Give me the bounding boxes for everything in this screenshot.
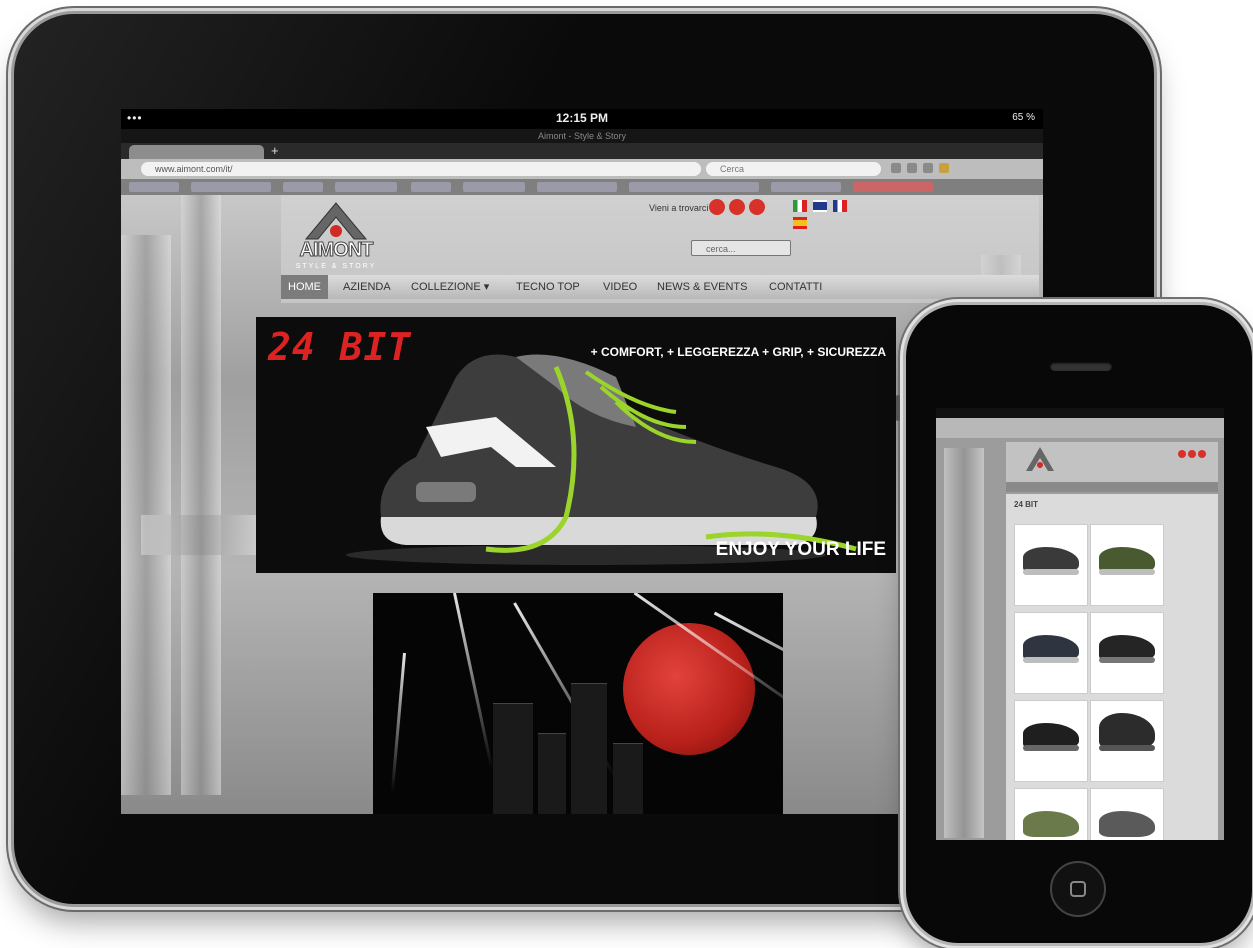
browser-tab[interactable]	[129, 145, 264, 159]
web-page: AIMONT STYLE & STORY Vieni a trovarci ce…	[121, 195, 1043, 814]
shoe-sole	[1099, 657, 1155, 663]
es-flag[interactable]	[793, 217, 807, 229]
toolbar-extension-icon[interactable]	[939, 163, 949, 173]
nav-tecno-top[interactable]: TECNO TOP	[516, 275, 580, 299]
bookmark-item[interactable]	[463, 182, 525, 192]
bookmark-item[interactable]	[283, 182, 323, 192]
bookmark-item[interactable]	[411, 182, 451, 192]
twitter-icon[interactable]	[1198, 450, 1206, 458]
iphone-site-header	[1006, 442, 1218, 482]
battery-indicator: 65 %	[1012, 112, 1035, 123]
shoe-sole	[1099, 569, 1155, 575]
iphone-device: 24 BIT	[896, 305, 1252, 943]
tab-strip: +	[121, 143, 1043, 159]
shoe-image	[346, 354, 857, 565]
bookmark-item[interactable]	[335, 182, 397, 192]
iphone-screen: 24 BIT	[936, 408, 1224, 840]
logo-mark-icon	[304, 202, 368, 240]
bookmark-item[interactable]	[191, 182, 271, 192]
iphone-url-bar[interactable]	[936, 418, 1224, 438]
nav-azienda[interactable]: AZIENDA	[343, 275, 391, 299]
product-card[interactable]	[1014, 700, 1088, 782]
collection-heading: 24 BIT	[1014, 500, 1039, 509]
facebook-icon[interactable]	[729, 199, 745, 215]
status-bar: ••• 12:15 PM 65 %	[121, 109, 1043, 129]
pipe-decoration	[141, 515, 261, 555]
shoe-sole	[1023, 569, 1079, 575]
iphone-main-nav[interactable]	[1006, 482, 1218, 492]
youtube-icon[interactable]	[709, 199, 725, 215]
toolbar-download-icon[interactable]	[923, 163, 933, 173]
main-nav: HOME AZIENDA COLLEZIONE ▾ TECNO TOP VIDE…	[281, 275, 1039, 299]
product-card[interactable]	[1014, 612, 1088, 694]
logo-text: AIMONT	[299, 239, 374, 262]
pipe-decoration	[181, 195, 221, 795]
city-promo-image[interactable]	[373, 593, 783, 814]
bookmark-item[interactable]	[771, 182, 841, 192]
browser-window-title: Aimont - Style & Story	[121, 129, 1043, 143]
product-card[interactable]	[1090, 788, 1164, 840]
twitter-icon[interactable]	[749, 199, 765, 215]
nav-home[interactable]: HOME	[281, 275, 328, 299]
nav-video[interactable]: VIDEO	[603, 275, 637, 299]
earpiece-speaker	[1050, 362, 1112, 371]
shoe-thumbnail	[1099, 713, 1155, 749]
building	[538, 733, 566, 814]
product-grid: 24 BIT	[1006, 494, 1218, 840]
nav-news-events[interactable]: NEWS & EVENTS	[657, 275, 747, 299]
logo-mark-icon	[1026, 447, 1054, 471]
red-sphere-image	[623, 623, 755, 755]
shoe-thumbnail	[1099, 811, 1155, 837]
shoe-sole	[1023, 657, 1079, 663]
product-card[interactable]	[1014, 524, 1088, 606]
bookmark-item[interactable]	[537, 182, 617, 192]
facebook-icon[interactable]	[1188, 450, 1196, 458]
ipad-screen: ••• 12:15 PM 65 % Aimont - Style & Story…	[121, 109, 1043, 814]
new-tab-icon[interactable]: +	[271, 143, 279, 158]
site-logo[interactable]: AIMONT STYLE & STORY	[286, 201, 386, 276]
follow-label: Vieni a trovarci	[649, 203, 709, 213]
building	[571, 683, 607, 814]
shoe-thumbnail	[1023, 811, 1079, 837]
it-flag[interactable]	[793, 200, 807, 212]
uk-flag[interactable]	[813, 200, 827, 212]
nav-contatti[interactable]: CONTATTI	[769, 275, 822, 299]
pipe-decoration	[944, 448, 984, 838]
banner-cta: ENJOY YOUR LIFE	[715, 539, 886, 560]
youtube-icon[interactable]	[1178, 450, 1186, 458]
building	[493, 703, 533, 814]
light-beam	[453, 593, 494, 770]
bookmark-item[interactable]	[853, 182, 933, 192]
fr-flag[interactable]	[833, 200, 847, 212]
iphone-status-bar	[936, 408, 1224, 418]
product-card[interactable]	[1090, 612, 1164, 694]
volume-button	[896, 395, 900, 421]
status-time: 12:15 PM	[555, 111, 609, 125]
bookmark-item[interactable]	[129, 182, 179, 192]
home-button[interactable]	[1050, 861, 1106, 917]
site-search-input[interactable]: cerca...	[691, 240, 791, 256]
product-card[interactable]	[1014, 788, 1088, 840]
browser-search-input[interactable]: Cerca	[706, 162, 881, 176]
building	[613, 743, 643, 814]
light-beam	[390, 652, 406, 793]
product-card[interactable]	[1090, 524, 1164, 606]
bookmark-item[interactable]	[629, 182, 759, 192]
home-square-icon	[1070, 881, 1086, 897]
toolbar-bookmark-icon[interactable]	[907, 163, 917, 173]
bookmarks-bar	[121, 179, 1043, 195]
product-card[interactable]	[1090, 700, 1164, 782]
shoe-sole	[1023, 745, 1079, 751]
nav-collezione[interactable]: COLLEZIONE ▾	[411, 275, 489, 299]
shoe-sole	[1099, 745, 1155, 751]
logo-subtitle: STYLE & STORY	[295, 263, 377, 270]
toolbar-home-icon[interactable]	[891, 163, 901, 173]
address-input[interactable]: www.aimont.com/it/	[141, 162, 701, 176]
url-bar: www.aimont.com/it/ Cerca	[121, 159, 1043, 179]
product-banner[interactable]: 24 BIT + COMFORT, + LEGGEREZZA + GRIP, +…	[256, 317, 896, 573]
